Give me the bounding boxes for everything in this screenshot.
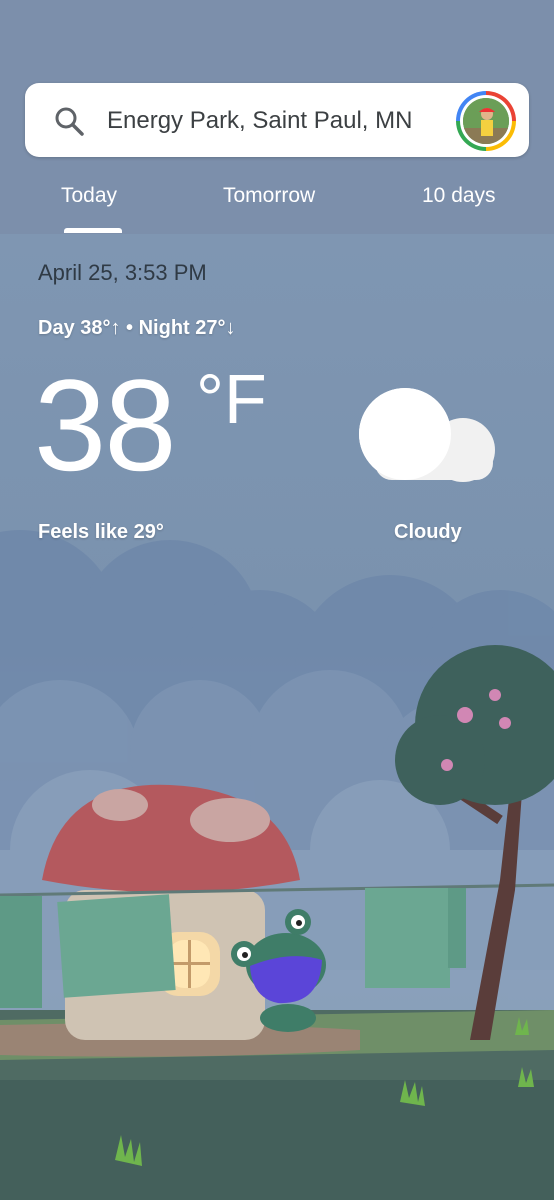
search-bar[interactable]: Energy Park, Saint Paul, MN	[25, 83, 529, 157]
weather-condition: Cloudy	[394, 521, 462, 543]
weather-illustration	[0, 530, 554, 1200]
search-icon[interactable]	[53, 105, 85, 137]
avatar-photo	[463, 98, 509, 144]
person-icon	[463, 98, 509, 144]
date-time: April 25, 3:53 PM	[38, 260, 207, 285]
cloud-icon	[359, 388, 495, 482]
tab-10-days[interactable]: 10 days	[422, 184, 496, 208]
day-night-temps: Day 38°↑ • Night 27°↓	[38, 317, 236, 339]
current-temperature: 38	[34, 352, 177, 498]
tab-selected-indicator	[64, 228, 122, 233]
tab-today[interactable]: Today	[61, 184, 117, 208]
search-location-text[interactable]: Energy Park, Saint Paul, MN	[107, 107, 412, 135]
avatar[interactable]	[456, 91, 516, 151]
tab-tomorrow[interactable]: Tomorrow	[223, 184, 315, 208]
feels-like: Feels like 29°	[38, 521, 164, 543]
temperature-unit[interactable]: °F	[196, 364, 267, 434]
avatar-border	[460, 95, 512, 147]
